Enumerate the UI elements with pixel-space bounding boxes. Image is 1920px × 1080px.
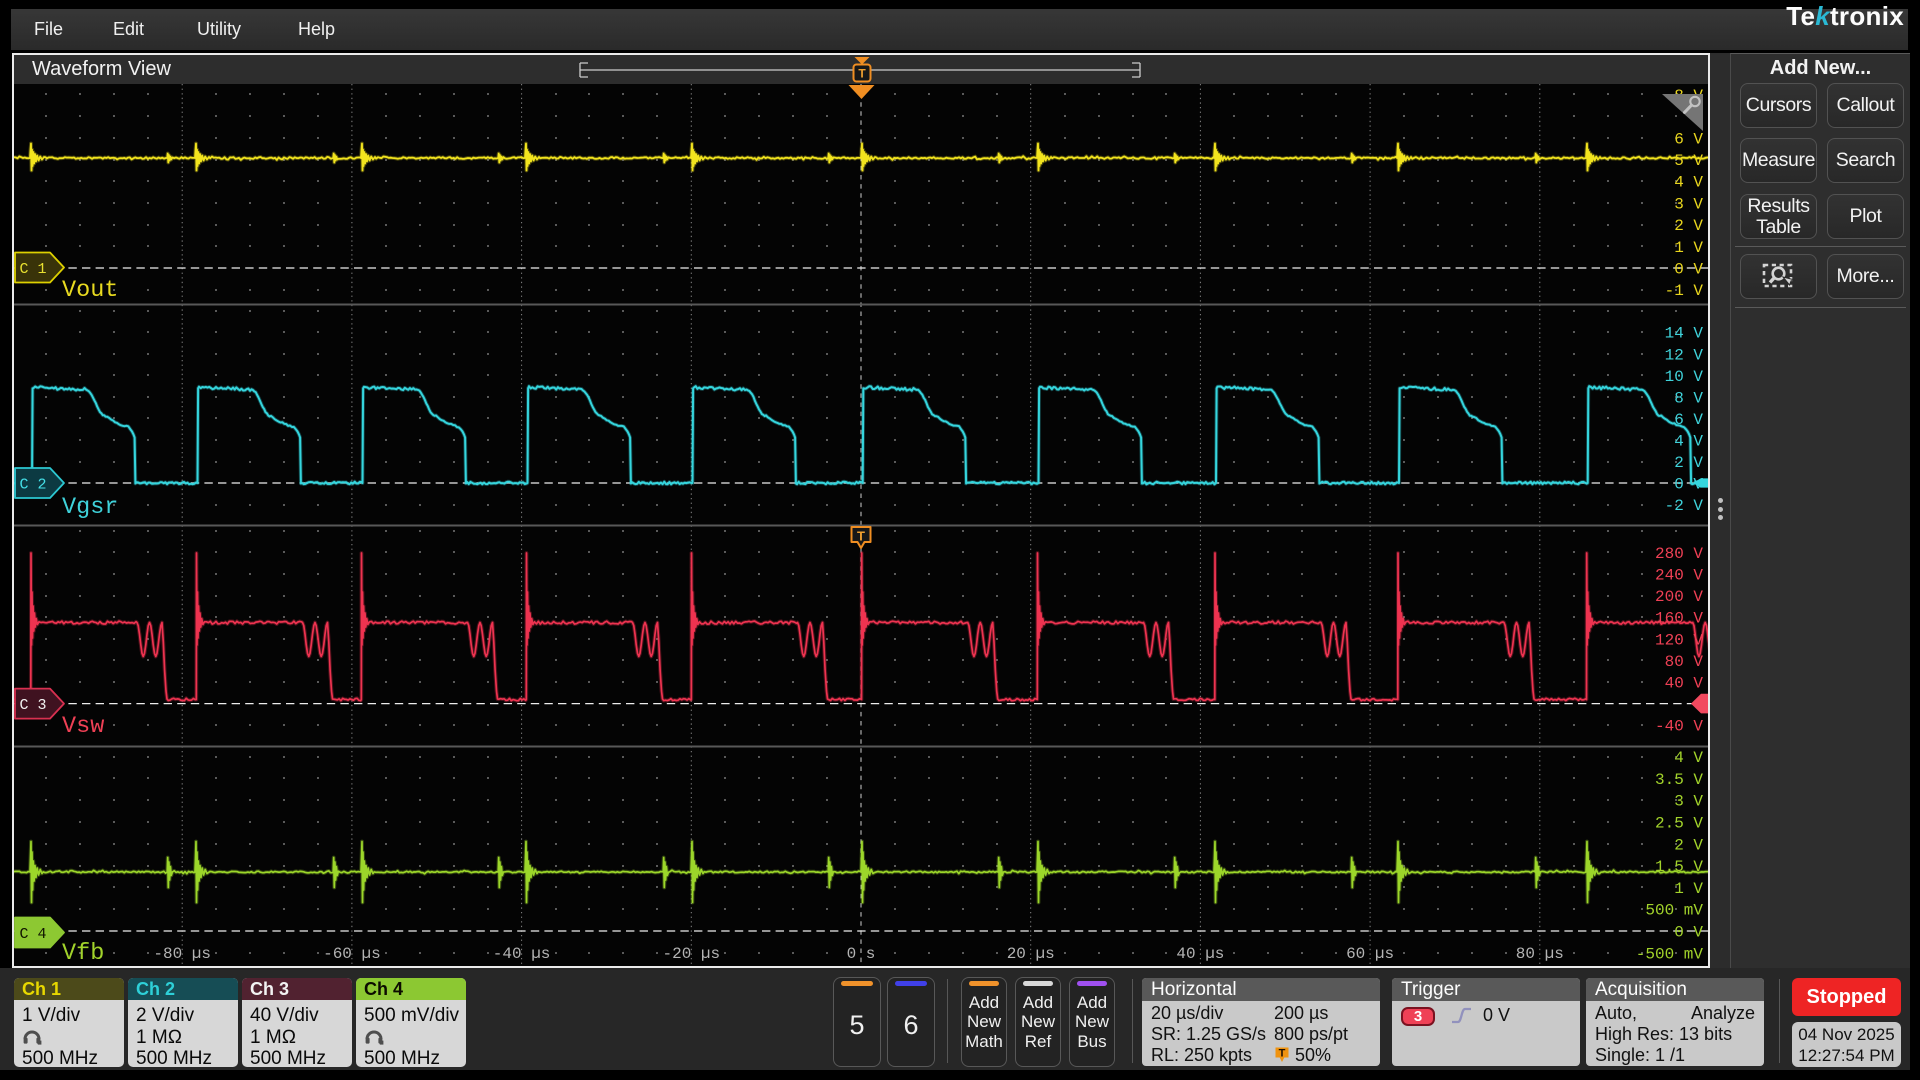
svg-text:C 4: C 4	[19, 926, 46, 943]
svg-text:80 µs: 80 µs	[1516, 945, 1564, 963]
svg-text:500 mV: 500 mV	[1645, 902, 1703, 920]
svg-text:4 V: 4 V	[1674, 749, 1703, 767]
svg-text:280 V: 280 V	[1655, 545, 1703, 563]
svg-text:C 2: C 2	[19, 477, 46, 494]
svg-text:40 µs: 40 µs	[1176, 945, 1224, 963]
svg-text:-500 mV: -500 mV	[1636, 945, 1704, 963]
svg-text:-40 µs: -40 µs	[493, 945, 551, 963]
svg-text:2 V: 2 V	[1674, 217, 1703, 235]
svg-text:-1 V: -1 V	[1665, 282, 1704, 300]
svg-text:240 V: 240 V	[1655, 567, 1703, 585]
svg-text:40 V: 40 V	[1665, 675, 1704, 693]
svg-text:2.5 V: 2.5 V	[1655, 815, 1703, 833]
svg-text:3.5 V: 3.5 V	[1655, 771, 1703, 789]
svg-text:Vout: Vout	[62, 277, 118, 304]
svg-text:14 V: 14 V	[1665, 325, 1704, 343]
svg-text:0 V: 0 V	[1674, 261, 1703, 279]
svg-text:20 µs: 20 µs	[1007, 945, 1055, 963]
svg-text:8 V: 8 V	[1674, 389, 1703, 407]
svg-text:60 µs: 60 µs	[1346, 945, 1394, 963]
svg-text:5 V: 5 V	[1674, 152, 1703, 170]
svg-text:10 V: 10 V	[1665, 368, 1704, 386]
svg-text:T: T	[1279, 1048, 1286, 1060]
svg-text:3 V: 3 V	[1674, 195, 1703, 213]
svg-text:Vgsr: Vgsr	[62, 494, 118, 521]
svg-text:0 V: 0 V	[1674, 924, 1703, 942]
svg-text:-60 µs: -60 µs	[323, 945, 381, 963]
svg-text:4 V: 4 V	[1674, 433, 1703, 451]
svg-text:80 V: 80 V	[1665, 653, 1704, 671]
svg-text:2 V: 2 V	[1674, 454, 1703, 472]
svg-text:4 V: 4 V	[1674, 174, 1703, 192]
svg-text:6 V: 6 V	[1674, 130, 1703, 148]
svg-text:0 s: 0 s	[847, 945, 876, 963]
svg-text:C 1: C 1	[19, 261, 46, 278]
svg-text:200 V: 200 V	[1655, 588, 1703, 606]
svg-text:1 V: 1 V	[1674, 880, 1703, 898]
svg-text:6 V: 6 V	[1674, 411, 1703, 429]
svg-text:1.5 V: 1.5 V	[1655, 858, 1703, 876]
svg-text:-40 V: -40 V	[1655, 718, 1703, 736]
svg-text:-2 V: -2 V	[1665, 497, 1704, 515]
svg-text:-20 µs: -20 µs	[662, 945, 720, 963]
svg-text:Vsw: Vsw	[62, 713, 104, 740]
svg-text:2 V: 2 V	[1674, 836, 1703, 854]
svg-text:1 V: 1 V	[1674, 239, 1703, 257]
svg-text:Vfb: Vfb	[62, 940, 104, 966]
svg-text:C 3: C 3	[19, 697, 46, 714]
svg-text:T: T	[858, 67, 866, 81]
svg-text:12 V: 12 V	[1665, 346, 1704, 364]
svg-text:-80 µs: -80 µs	[153, 945, 211, 963]
svg-text:160 V: 160 V	[1655, 610, 1703, 628]
svg-text:T: T	[857, 529, 865, 544]
svg-text:3 V: 3 V	[1674, 793, 1703, 811]
svg-text:120 V: 120 V	[1655, 631, 1703, 649]
